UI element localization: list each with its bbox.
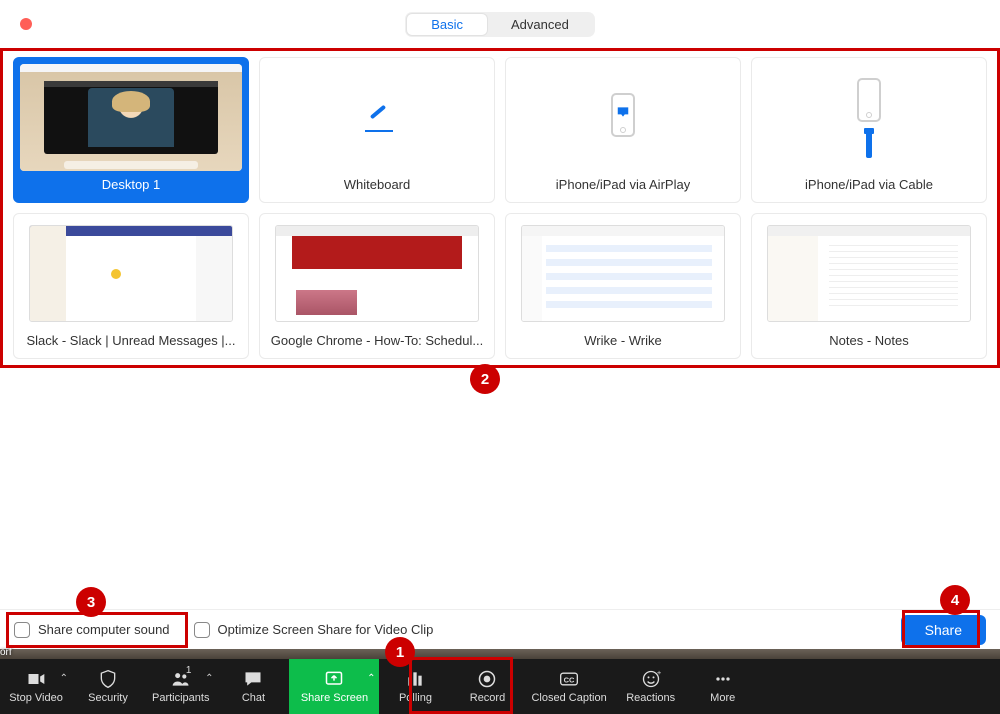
airplay-icon (512, 64, 734, 171)
share-option-label: Whiteboard (344, 177, 410, 192)
share-option-cable[interactable]: iPhone/iPad via Cable (751, 57, 987, 203)
more-button[interactable]: More (687, 659, 759, 714)
share-option-chrome[interactable]: Google Chrome - How-To: Schedul... (259, 213, 495, 359)
tab-basic[interactable]: Basic (407, 14, 487, 35)
share-option-notes[interactable]: Notes - Notes (751, 213, 987, 359)
chevron-up-icon[interactable]: ⌃ (205, 673, 213, 684)
chevron-up-icon[interactable]: ⌃ (60, 673, 68, 684)
polling-button[interactable]: Polling (379, 659, 451, 714)
reactions-button[interactable]: + Reactions (615, 659, 687, 714)
share-screen-button[interactable]: ⌃ Share Screen (289, 659, 379, 714)
closed-caption-button[interactable]: CC Closed Caption (523, 659, 614, 714)
share-option-slack[interactable]: Slack - Slack | Unread Messages |... (13, 213, 249, 359)
share-option-label: iPhone/iPad via Cable (805, 177, 933, 192)
chevron-up-icon[interactable]: ⌃ (367, 673, 375, 684)
share-option-airplay[interactable]: iPhone/iPad via AirPlay (505, 57, 741, 203)
app-thumbnail-slack (20, 220, 242, 327)
close-window-button[interactable] (20, 18, 32, 30)
meeting-toolbar: ⌃ Stop Video Security 1 ⌃ Participants C… (0, 659, 1000, 714)
label-optimize-video: Optimize Screen Share for Video Clip (218, 622, 434, 637)
participants-button[interactable]: 1 ⌃ Participants (144, 659, 217, 714)
desktop-thumbnail (20, 64, 242, 171)
share-button[interactable]: Share (901, 615, 986, 645)
share-options-grid: Desktop 1 Whiteboard iPhone/iPad via Air… (0, 48, 1000, 368)
share-option-label: Google Chrome - How-To: Schedul... (271, 333, 483, 348)
participants-count: 1 (186, 665, 192, 676)
share-option-label: iPhone/iPad via AirPlay (556, 177, 690, 192)
record-icon (476, 669, 498, 689)
shield-icon (97, 669, 119, 689)
app-thumbnail-chrome (266, 220, 488, 327)
share-option-label: Slack - Slack | Unread Messages |... (26, 333, 235, 348)
meeting-video-strip (0, 649, 1000, 659)
checkbox-optimize-video[interactable] (194, 622, 210, 638)
poll-icon (404, 669, 426, 689)
share-option-whiteboard[interactable]: Whiteboard (259, 57, 495, 203)
more-icon (712, 669, 734, 689)
record-button[interactable]: Record (451, 659, 523, 714)
share-option-wrike[interactable]: Wrike - Wrike (505, 213, 741, 359)
whiteboard-icon (266, 64, 488, 171)
checkbox-share-sound[interactable] (14, 622, 30, 638)
mode-tabs: Basic Advanced (405, 12, 595, 37)
svg-text:CC: CC (564, 675, 575, 684)
cable-icon (758, 64, 980, 171)
share-screen-icon (323, 669, 345, 689)
participant-name-fragment: orf (0, 647, 12, 658)
share-option-label: Desktop 1 (102, 177, 161, 192)
chat-icon (242, 669, 264, 689)
tab-advanced[interactable]: Advanced (487, 14, 593, 35)
cc-icon: CC (558, 669, 580, 689)
security-button[interactable]: Security (72, 659, 144, 714)
video-icon (25, 669, 47, 689)
svg-text:+: + (657, 669, 662, 677)
share-option-label: Wrike - Wrike (584, 333, 662, 348)
annotation-marker-2: 2 (470, 364, 500, 394)
chat-button[interactable]: Chat (217, 659, 289, 714)
share-option-desktop-1[interactable]: Desktop 1 (13, 57, 249, 203)
app-thumbnail-wrike (512, 220, 734, 327)
share-option-label: Notes - Notes (829, 333, 908, 348)
share-options-bar: Share computer sound Optimize Screen Sha… (0, 609, 1000, 649)
label-share-sound: Share computer sound (38, 622, 170, 637)
app-thumbnail-notes (758, 220, 980, 327)
smile-icon: + (640, 669, 662, 689)
titlebar: Basic Advanced (0, 0, 1000, 48)
stop-video-button[interactable]: ⌃ Stop Video (0, 659, 72, 714)
